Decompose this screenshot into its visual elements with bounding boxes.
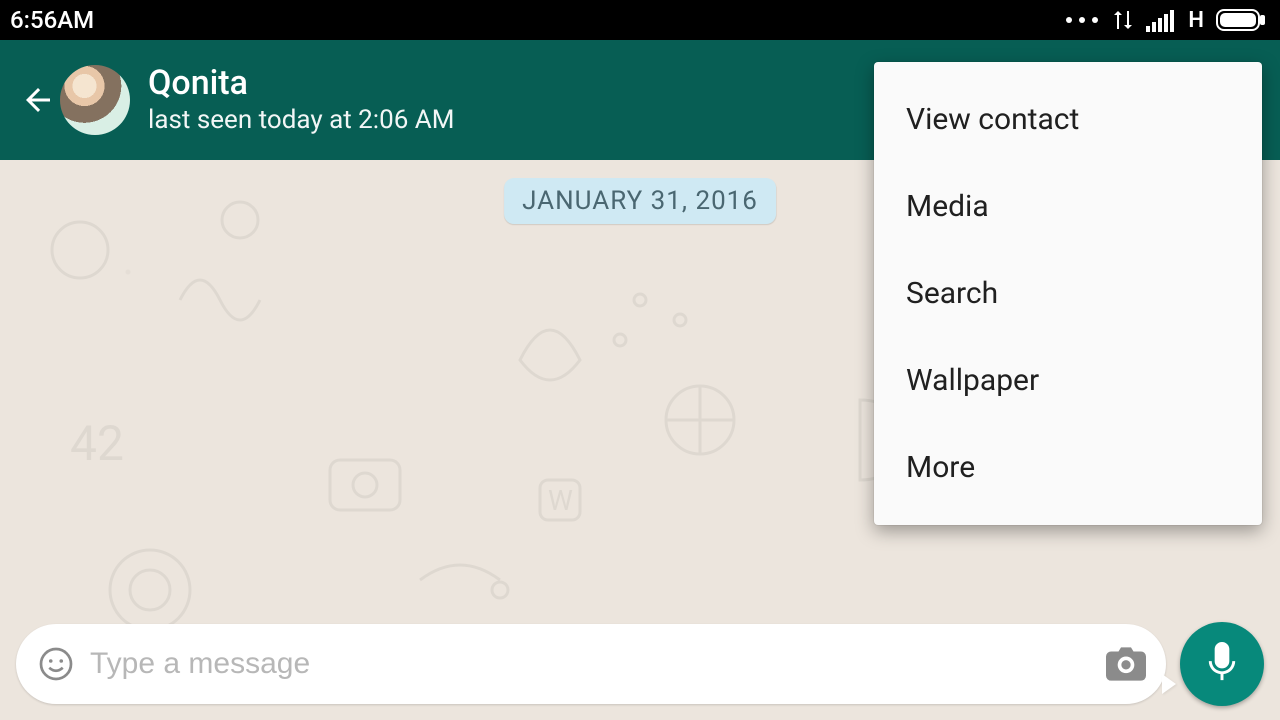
data-transfer-icon — [1112, 7, 1134, 33]
date-separator: JANUARY 31, 2016 — [504, 178, 776, 224]
back-button[interactable] — [18, 80, 58, 120]
menu-item-wallpaper[interactable]: Wallpaper — [874, 337, 1262, 424]
message-input-bar — [16, 622, 1264, 706]
contact-avatar[interactable] — [60, 65, 130, 135]
status-icons: H — [1064, 7, 1266, 33]
contact-title-block[interactable]: Qonita last seen today at 2:06 AM — [148, 65, 454, 134]
menu-item-search[interactable]: Search — [874, 250, 1262, 337]
menu-item-more[interactable]: More — [874, 424, 1262, 511]
contact-name: Qonita — [148, 65, 454, 102]
signal-icon — [1146, 8, 1176, 32]
overflow-menu: View contact Media Search Wallpaper More — [874, 62, 1262, 525]
menu-item-media[interactable]: Media — [874, 163, 1262, 250]
svg-text:W: W — [548, 484, 573, 517]
svg-text:42: 42 — [70, 415, 124, 472]
camera-icon[interactable] — [1106, 644, 1146, 684]
battery-icon — [1216, 9, 1266, 31]
emoji-icon[interactable] — [36, 644, 76, 684]
more-dots-icon — [1064, 15, 1100, 25]
network-type-label: H — [1188, 8, 1204, 33]
status-time: 6:56AM — [10, 6, 94, 34]
message-input[interactable] — [90, 647, 1092, 681]
status-bar: 6:56AM H — [0, 0, 1280, 40]
menu-item-view-contact[interactable]: View contact — [874, 76, 1262, 163]
voice-message-button[interactable] — [1180, 622, 1264, 706]
last-seen-label: last seen today at 2:06 AM — [148, 105, 454, 135]
message-input-pill — [16, 624, 1166, 704]
